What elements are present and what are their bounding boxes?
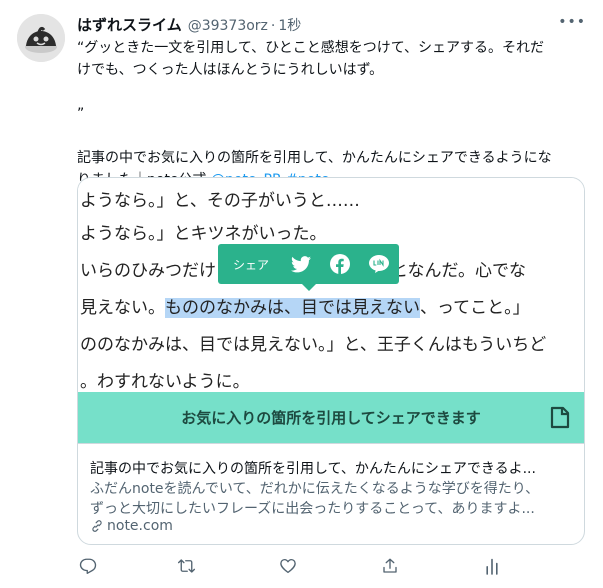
card-title[interactable]: 記事の中でお気に入りの箇所を引用して、かんたんにシェアできるよ... xyxy=(90,458,572,478)
card-domain[interactable]: note.com xyxy=(90,518,173,534)
image-text-line: ようなら。」と、その子がいうと…… xyxy=(80,191,360,211)
text-selection-highlight: もののなかみは、目では見えない xyxy=(165,298,420,318)
body-line-1: 記事の中でお気に入りの箇所を引用して、かんたんにシェアできるようにな xyxy=(77,150,552,166)
analytics-icon[interactable] xyxy=(481,555,503,577)
image-text-segment: 見えない。 xyxy=(80,298,165,318)
separator-dot: · xyxy=(270,18,276,34)
twitter-icon[interactable] xyxy=(282,244,321,284)
reply-icon[interactable] xyxy=(77,555,99,577)
share-popup: シェア xyxy=(218,244,399,291)
line-icon[interactable] xyxy=(360,244,399,284)
link-card[interactable]: ようなら。」と、その子がいうと…… ようなら。」とキツネがいった。 いらのひみつ… xyxy=(77,177,585,545)
image-text-segment: 、ってこと。」 xyxy=(420,298,530,318)
image-text-line: いらのひみつだけど xyxy=(80,261,233,281)
image-text-line: ようなら。」とキツネがいった。 xyxy=(80,224,327,244)
card-description-line: ずっと大切にしたいフレーズに出会ったりすることって、ありますよ... xyxy=(90,501,535,517)
tweet-text: “グッときた一文を引用して、ひとこと感想をつけて、シェアする。それだ けでも、つ… xyxy=(77,37,584,191)
avatar[interactable] xyxy=(17,14,65,62)
card-meta[interactable]: 記事の中でお気に入りの箇所を引用して、かんたんにシェアできるよ... ふだんno… xyxy=(78,443,584,544)
timestamp[interactable]: 1秒 xyxy=(278,15,301,35)
quote-line-2: けでも、つくった人はほんとうにうれしいはず。 xyxy=(77,62,384,78)
tweet[interactable]: はずれスライム @39373orz · 1秒 ••• “グッときた一文を引用して… xyxy=(0,0,603,588)
tweet-actions xyxy=(77,555,507,577)
card-description-line: ふだんnoteを読んでいて、だれかに伝えたくなるような学びを得たり、 xyxy=(90,481,540,497)
tweet-header: はずれスライム @39373orz · 1秒 xyxy=(77,14,583,34)
more-options-icon[interactable]: ••• xyxy=(558,14,586,30)
link-icon xyxy=(92,520,102,532)
cta-text: お気に入りの箇所を引用してシェアできます xyxy=(181,409,481,427)
share-icon[interactable] xyxy=(379,555,401,577)
facebook-icon[interactable] xyxy=(321,244,360,284)
note-icon xyxy=(550,406,570,433)
slime-avatar-icon xyxy=(17,14,65,62)
cta-banner: お気に入りの箇所を引用してシェアできます xyxy=(78,392,584,443)
display-name[interactable]: はずれスライム xyxy=(77,14,182,35)
image-text-line: ののなかみは、目では見えない。」と、王子くんはもういちど xyxy=(80,335,547,355)
card-domain-text: note.com xyxy=(107,518,173,534)
user-handle[interactable]: @39373orz xyxy=(188,18,268,34)
card-description: ふだんnoteを読んでいて、だれかに伝えたくなるような学びを得たり、 ずっと大切… xyxy=(90,479,572,519)
card-image[interactable]: ようなら。」と、その子がいうと…… ようなら。」とキツネがいった。 いらのひみつ… xyxy=(78,178,584,443)
quote-line-1: “グッときた一文を引用して、ひとこと感想をつけて、シェアする。それだ xyxy=(77,40,545,56)
image-text-line: 。わすれないように。 xyxy=(80,372,250,392)
like-icon[interactable] xyxy=(277,555,299,577)
retweet-icon[interactable] xyxy=(175,555,197,577)
share-popup-label: シェア xyxy=(233,257,270,272)
quote-close-mark: ” xyxy=(77,106,85,122)
image-text-line: 見えない。もののなかみは、目では見えない、ってこと。」 xyxy=(80,296,530,320)
